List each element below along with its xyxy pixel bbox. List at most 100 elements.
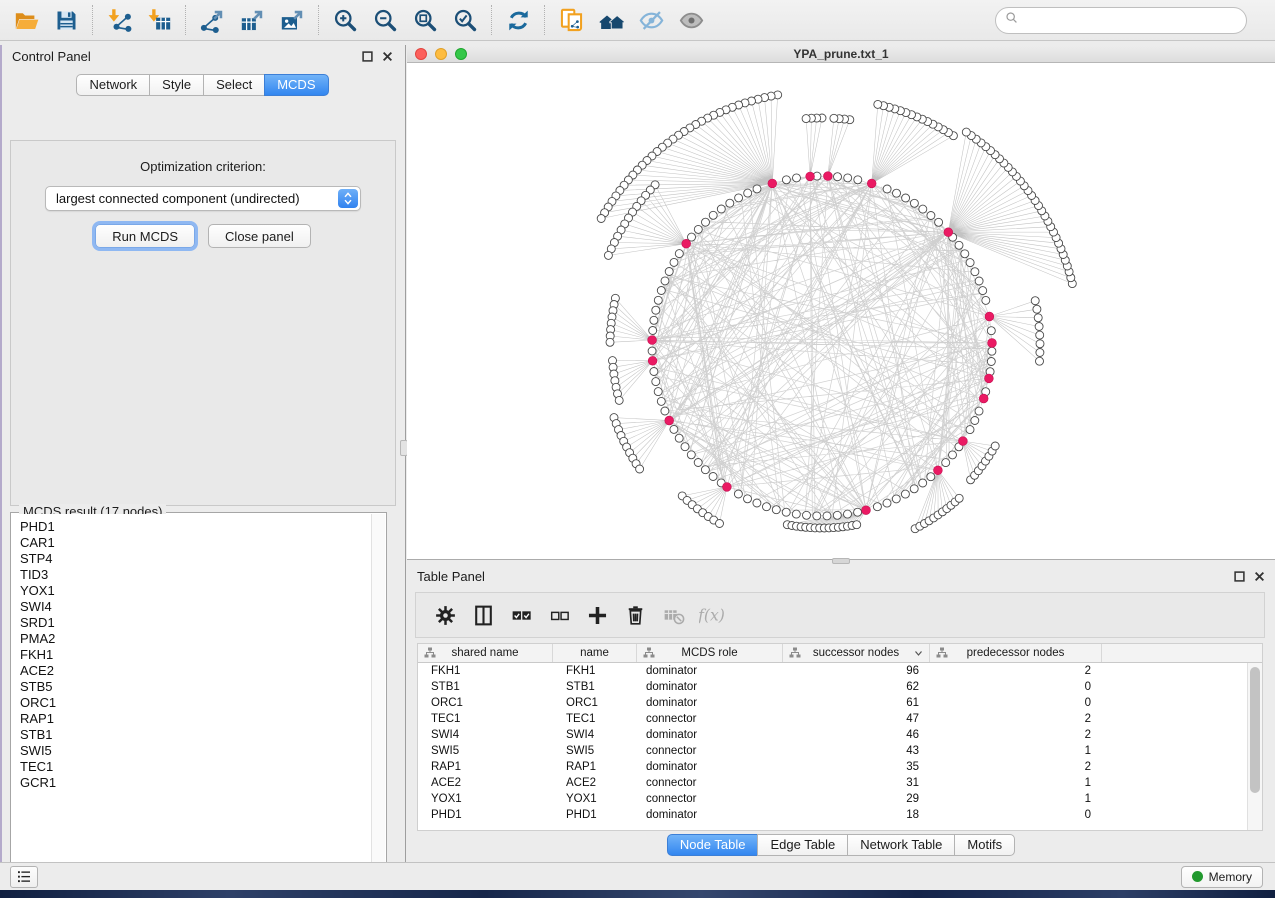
result-list-item[interactable]: YOX1 [20, 583, 371, 599]
table-splitter-handle[interactable] [832, 558, 850, 564]
import-network-button[interactable] [99, 3, 139, 37]
result-list-item[interactable]: ACE2 [20, 663, 371, 679]
select-all-button[interactable] [502, 596, 540, 634]
result-list-item[interactable]: RAP1 [20, 711, 371, 727]
zoom-fit-button[interactable] [405, 3, 445, 37]
export-image-button[interactable] [272, 3, 312, 37]
zoom-in-icon [332, 7, 359, 34]
refresh-button[interactable] [498, 3, 538, 37]
close-panel-button[interactable]: Close panel [208, 224, 311, 248]
deselect-all-button[interactable] [540, 596, 578, 634]
import-table-button[interactable] [139, 3, 179, 37]
result-list-item[interactable]: PMA2 [20, 631, 371, 647]
table-settings-button[interactable] [426, 596, 464, 634]
table-row[interactable]: PHD1PHD1dominator180 [418, 807, 1247, 823]
float-table-panel-icon[interactable] [1234, 571, 1245, 582]
result-list-item[interactable]: STB5 [20, 679, 371, 695]
zoom-fit-icon [412, 7, 439, 34]
table-row[interactable]: SWI5SWI5connector431 [418, 743, 1247, 759]
cell-shared-name: STB1 [418, 681, 553, 693]
export-table-button[interactable] [232, 3, 272, 37]
column-header-shared-name[interactable]: shared name [418, 644, 553, 662]
result-list-item[interactable]: PHD1 [20, 519, 371, 535]
table-scrollbar-thumb[interactable] [1250, 667, 1260, 793]
table-scrollbar[interactable] [1247, 663, 1262, 830]
memory-button[interactable]: Memory [1181, 866, 1263, 888]
column-header-predecessor-nodes[interactable]: predecessor nodes [930, 644, 1102, 662]
table-row[interactable]: SWI4SWI4dominator462 [418, 727, 1247, 743]
export-network-icon [199, 7, 226, 34]
result-list-item[interactable]: SWI5 [20, 743, 371, 759]
first-neighbors-button[interactable] [591, 3, 631, 37]
add-column-button[interactable] [578, 596, 616, 634]
result-list-item[interactable]: TID3 [20, 567, 371, 583]
network-graph [407, 63, 1275, 560]
result-list-item[interactable]: SWI4 [20, 599, 371, 615]
run-mcds-button[interactable]: Run MCDS [95, 224, 195, 248]
import-table-icon [146, 7, 173, 34]
hide-selected-button[interactable] [631, 3, 671, 37]
zoom-out-button[interactable] [365, 3, 405, 37]
close-panel-icon[interactable] [382, 51, 393, 62]
zoom-selected-button[interactable] [445, 3, 485, 37]
table-tab-motifs[interactable]: Motifs [954, 834, 1015, 856]
toggle-panel-icon [471, 603, 496, 628]
delete-column-button[interactable] [616, 596, 654, 634]
column-label: successor nodes [813, 647, 899, 659]
save-button[interactable] [46, 3, 86, 37]
close-table-panel-icon[interactable] [1254, 571, 1265, 582]
table-row[interactable]: STB1STB1dominator620 [418, 679, 1247, 695]
status-menu-button[interactable] [10, 866, 38, 888]
result-scrollbar[interactable] [371, 514, 385, 881]
tab-mcds[interactable]: MCDS [264, 74, 328, 96]
search-input[interactable] [1025, 13, 1238, 28]
cell-MCDS-role: connector [637, 793, 783, 805]
network-canvas[interactable] [407, 63, 1275, 560]
optimization-criterion-select[interactable]: largest connected component (undirected) [45, 186, 361, 211]
result-list-item[interactable]: STP4 [20, 551, 371, 567]
table-row[interactable]: YOX1YOX1connector291 [418, 791, 1247, 807]
result-list-item[interactable]: TEC1 [20, 759, 371, 775]
result-list-item[interactable]: FKH1 [20, 647, 371, 663]
cell-predecessor-nodes: 1 [930, 777, 1102, 789]
panel-splitter[interactable] [403, 45, 406, 862]
table-row[interactable]: RAP1RAP1dominator352 [418, 759, 1247, 775]
table-panel: Table Panel f(x) shared namenameMCDS rol… [407, 565, 1275, 862]
table-row[interactable]: FKH1FKH1dominator962 [418, 663, 1247, 679]
table-row[interactable]: ACE2ACE2connector311 [418, 775, 1247, 791]
table-tab-edge-table[interactable]: Edge Table [757, 834, 848, 856]
cell-successor-nodes: 47 [783, 713, 930, 725]
result-list-item[interactable]: GCR1 [20, 775, 371, 791]
table-row[interactable]: TEC1TEC1connector472 [418, 711, 1247, 727]
cell-successor-nodes: 46 [783, 729, 930, 741]
search-box[interactable] [995, 7, 1247, 34]
table-tab-network-table[interactable]: Network Table [847, 834, 955, 856]
table-tab-node-table[interactable]: Node Table [667, 834, 759, 856]
table-toolbar: f(x) [415, 592, 1265, 638]
column-header-successor-nodes[interactable]: successor nodes [783, 644, 930, 662]
cell-predecessor-nodes: 1 [930, 793, 1102, 805]
tab-select[interactable]: Select [203, 74, 265, 96]
result-list-item[interactable]: CAR1 [20, 535, 371, 551]
duplicate-network-button[interactable] [551, 3, 591, 37]
cell-MCDS-role: dominator [637, 729, 783, 741]
select-all-icon [509, 603, 534, 628]
result-list-item[interactable]: ORC1 [20, 695, 371, 711]
tab-network[interactable]: Network [76, 74, 150, 96]
cell-successor-nodes: 35 [783, 761, 930, 773]
column-header-MCDS-role[interactable]: MCDS role [637, 644, 783, 662]
toggle-panel-button[interactable] [464, 596, 502, 634]
delete-table-button [654, 596, 692, 634]
table-row[interactable]: ORC1ORC1dominator610 [418, 695, 1247, 711]
open-button[interactable] [6, 3, 46, 37]
export-network-button[interactable] [192, 3, 232, 37]
attribute-icon [936, 647, 948, 659]
result-list-item[interactable]: STB1 [20, 727, 371, 743]
column-header-name[interactable]: name [553, 644, 637, 662]
cell-MCDS-role: connector [637, 777, 783, 789]
result-list-item[interactable]: SRD1 [20, 615, 371, 631]
tab-style[interactable]: Style [149, 74, 204, 96]
zoom-in-button[interactable] [325, 3, 365, 37]
float-panel-icon[interactable] [362, 51, 373, 62]
show-all-button[interactable] [671, 3, 711, 37]
